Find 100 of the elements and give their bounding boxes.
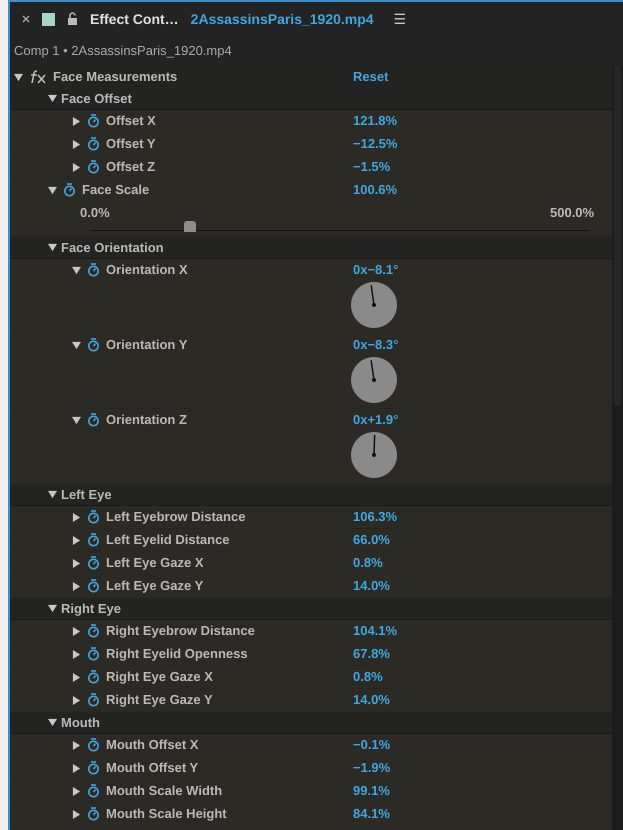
- property-value[interactable]: 99.1%: [353, 781, 390, 801]
- property-label: Mouth Scale Width: [106, 782, 222, 800]
- expand-triangle-icon[interactable]: [72, 740, 81, 750]
- panel-menu-icon[interactable]: ☰: [394, 8, 407, 30]
- stopwatch-icon[interactable]: [87, 338, 100, 352]
- collapse-triangle-icon[interactable]: [48, 604, 57, 613]
- stopwatch-icon[interactable]: [87, 413, 100, 427]
- angle-dial[interactable]: [351, 282, 397, 328]
- expand-triangle-icon[interactable]: [72, 764, 81, 772]
- lock-icon[interactable]: [67, 12, 78, 26]
- property-label: Right Eyebrow Distance: [106, 622, 255, 640]
- expand-triangle-icon[interactable]: [72, 162, 81, 172]
- stopwatch-icon[interactable]: [87, 579, 100, 593]
- property-value[interactable]: 14.0%: [353, 690, 390, 710]
- collapse-triangle-icon[interactable]: [48, 94, 57, 103]
- collapse-triangle-icon[interactable]: [72, 416, 81, 424]
- stopwatch-icon[interactable]: [87, 670, 100, 684]
- property-value[interactable]: 100.6%: [353, 180, 398, 200]
- collapse-triangle-icon[interactable]: [48, 243, 57, 252]
- expand-triangle-icon[interactable]: [72, 116, 81, 126]
- collapse-triangle-icon[interactable]: [48, 490, 57, 499]
- comp-breadcrumb: Comp 1 • 2AssassinsParis_1920.mp4: [14, 42, 232, 60]
- expand-triangle-icon[interactable]: [72, 810, 81, 818]
- effect-header-row[interactable]: Face Measurements Reset: [10, 66, 612, 88]
- property-value[interactable]: 14.0%: [353, 576, 390, 596]
- close-icon[interactable]: [22, 15, 30, 23]
- expand-triangle-icon[interactable]: [72, 536, 81, 544]
- property-label: Orientation Y: [106, 336, 188, 354]
- property-value[interactable]: 84.1%: [353, 804, 390, 824]
- property-value[interactable]: −12.5%: [353, 134, 398, 154]
- group-header-row[interactable]: Right Eye: [10, 598, 612, 620]
- expand-triangle-icon[interactable]: [72, 626, 81, 636]
- slider-thumb[interactable]: [184, 221, 196, 232]
- stopwatch-icon[interactable]: [87, 533, 100, 547]
- property-value[interactable]: −0.1%: [353, 735, 390, 755]
- stopwatch-icon[interactable]: [63, 183, 76, 197]
- group-header-row[interactable]: Face Offset: [10, 88, 612, 110]
- stopwatch-icon[interactable]: [87, 693, 100, 707]
- fx-icon[interactable]: [29, 70, 47, 84]
- property-value[interactable]: 0x−8.1°: [353, 260, 398, 280]
- group-label: Right Eye: [61, 600, 121, 618]
- group-header-row[interactable]: Mouth: [10, 712, 612, 734]
- stopwatch-icon[interactable]: [87, 784, 100, 798]
- property-value[interactable]: 67.8%: [353, 644, 390, 664]
- stopwatch-icon[interactable]: [87, 556, 100, 570]
- property-value[interactable]: 0.8%: [353, 553, 383, 573]
- stopwatch-icon[interactable]: [87, 160, 100, 174]
- stopwatch-icon[interactable]: [87, 263, 100, 277]
- expand-triangle-icon[interactable]: [72, 582, 81, 590]
- panel-tab-title[interactable]: Effect Cont…: [90, 8, 179, 30]
- stopwatch-icon[interactable]: [87, 807, 100, 821]
- expand-triangle-icon[interactable]: [72, 650, 81, 658]
- slider-max-label: 500.0%: [550, 204, 594, 222]
- property-label: Offset Y: [106, 135, 156, 154]
- stopwatch-icon[interactable]: [87, 137, 100, 151]
- property-label: Right Eye Gaze X: [106, 668, 213, 686]
- property-label: Left Eye Gaze Y: [106, 577, 204, 596]
- group-header-row[interactable]: Face Orientation: [10, 237, 612, 259]
- collapse-triangle-icon[interactable]: [72, 266, 81, 274]
- expand-triangle-icon[interactable]: [72, 786, 81, 796]
- property-label: Mouth Scale Height: [106, 805, 227, 824]
- property-label: Orientation X: [106, 261, 188, 280]
- property-value[interactable]: 0x−8.3°: [353, 335, 398, 355]
- layer-tab-name[interactable]: 2AssassinsParis_1920.mp4: [190, 8, 374, 30]
- expand-triangle-icon[interactable]: [72, 512, 81, 522]
- property-value[interactable]: 0x+1.9°: [353, 410, 398, 430]
- collapse-triangle-icon[interactable]: [14, 72, 23, 82]
- expand-triangle-icon[interactable]: [72, 558, 81, 568]
- property-value[interactable]: 0.8%: [353, 667, 383, 687]
- property-label: Mouth Offset X: [106, 736, 198, 754]
- group-header-row[interactable]: Left Eye: [10, 484, 612, 506]
- stopwatch-icon[interactable]: [87, 510, 100, 524]
- property-value[interactable]: −1.9%: [353, 758, 390, 778]
- angle-dial[interactable]: [351, 357, 397, 403]
- stopwatch-icon[interactable]: [87, 114, 100, 128]
- property-label: Left Eyelid Distance: [106, 531, 230, 550]
- group-label: Face Offset: [61, 90, 132, 108]
- property-value[interactable]: −1.5%: [353, 157, 390, 177]
- expand-triangle-icon[interactable]: [72, 696, 81, 704]
- stopwatch-icon[interactable]: [87, 738, 100, 752]
- collapse-triangle-icon[interactable]: [48, 186, 57, 194]
- stopwatch-icon[interactable]: [87, 624, 100, 638]
- property-label: Orientation Z: [106, 411, 187, 430]
- property-label: Left Eyebrow Distance: [106, 508, 246, 526]
- color-swatch[interactable]: [42, 12, 55, 26]
- property-label: Offset X: [106, 112, 156, 130]
- property-value[interactable]: 66.0%: [353, 530, 390, 550]
- property-value[interactable]: 104.1%: [353, 621, 398, 641]
- property-value[interactable]: 106.3%: [353, 507, 398, 527]
- collapse-triangle-icon[interactable]: [48, 718, 57, 727]
- reset-link[interactable]: Reset: [353, 67, 388, 87]
- property-value[interactable]: 121.8%: [353, 111, 398, 131]
- stopwatch-icon[interactable]: [87, 761, 100, 775]
- expand-triangle-icon[interactable]: [72, 672, 81, 682]
- expand-triangle-icon[interactable]: [72, 140, 81, 148]
- property-label: Mouth Offset Y: [106, 759, 198, 778]
- collapse-triangle-icon[interactable]: [72, 340, 81, 350]
- group-label: Mouth: [61, 714, 100, 732]
- stopwatch-icon[interactable]: [87, 647, 100, 661]
- angle-dial[interactable]: [351, 432, 397, 478]
